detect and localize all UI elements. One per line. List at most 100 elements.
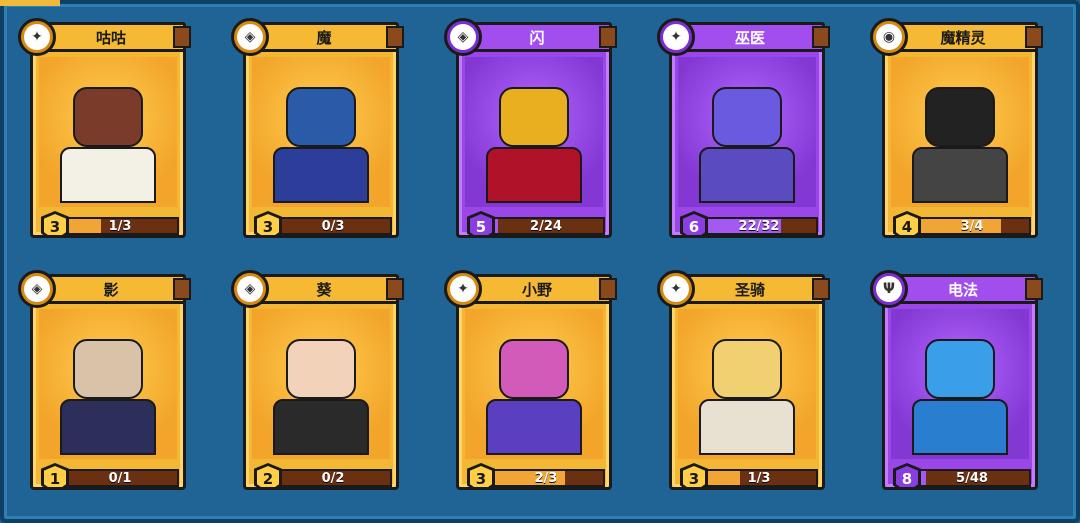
hero-name: 小野 [462,274,612,304]
sparkle-icon: ✦ [18,18,56,56]
hero-name: 闪 [462,22,612,52]
hero-head [286,339,356,399]
level-number: 5 [470,214,492,235]
hero-head [73,87,143,147]
card-body: 22/32 6 [669,36,825,238]
hero-head [286,87,356,147]
hero-portrait [39,309,177,459]
level-number: 3 [257,214,279,235]
level-shield: 3 [680,463,708,487]
hero-name: 电法 [888,274,1038,304]
hero-card[interactable]: 2/3 3 小野 ✦ [444,266,617,492]
card-body: 3/4 4 [882,36,1038,238]
progress-bar: 3/4 [913,217,1031,235]
progress-text: 0/1 [108,470,132,486]
hero-name: 魔精灵 [888,22,1038,52]
hero-name: 葵 [249,274,399,304]
progress-text: 22/32 [738,218,780,234]
hero-card[interactable]: 0/3 3 魔 ◈ [231,14,404,240]
target-diamond-icon: ◈ [444,18,482,56]
card-progress: 3/4 4 [893,211,1033,235]
card-body: 0/3 3 [243,36,399,238]
title-tab [386,26,404,48]
hero-name: 影 [36,274,186,304]
title-tab [173,278,191,300]
sparkle-icon: ✦ [657,18,695,56]
sparkle-icon: ✦ [657,270,695,308]
hero-head [73,339,143,399]
hero-card[interactable]: 22/32 6 巫医 ✦ [657,14,830,240]
sparkle-icon: ✦ [444,270,482,308]
progress-bar: 5/48 [913,469,1031,487]
title-tab [1025,278,1043,300]
target-diamond-icon: ◈ [231,270,269,308]
level-number: 6 [683,214,705,235]
hero-card-grid: 1/3 3 咕咕 ✦ 0/3 3 魔 ◈ 2/24 5 闪 ◈ 22/32 6 … [18,14,1058,514]
level-shield: 1 [41,463,69,487]
level-shield: 8 [893,463,921,487]
level-shield: 5 [467,211,495,235]
progress-bar: 2/24 [487,217,605,235]
level-shield: 2 [254,463,282,487]
card-progress: 1/3 3 [41,211,181,235]
progress-text: 0/3 [321,218,345,234]
title-tab [386,278,404,300]
hero-body [486,399,582,455]
card-progress: 1/3 3 [680,463,820,487]
hero-card[interactable]: 2/24 5 闪 ◈ [444,14,617,240]
card-body: 1/3 3 [669,288,825,490]
progress-text: 3/4 [960,218,984,234]
hero-card[interactable]: 0/2 2 葵 ◈ [231,266,404,492]
hero-body [60,147,156,203]
level-shield: 6 [680,211,708,235]
card-progress: 0/2 2 [254,463,394,487]
hero-portrait [252,309,390,459]
tab-edge [0,0,60,6]
hero-card[interactable]: 5/48 8 电法 Ψ [870,266,1043,492]
level-number: 3 [44,214,66,235]
hero-body [273,147,369,203]
hero-card[interactable]: 0/1 1 影 ◈ [18,266,191,492]
card-progress: 0/3 3 [254,211,394,235]
level-shield: 3 [41,211,69,235]
hero-body [273,399,369,455]
hero-portrait [891,309,1029,459]
title-tab [599,26,617,48]
hero-body [699,399,795,455]
card-progress: 0/1 1 [41,463,181,487]
hero-portrait [678,57,816,207]
title-tab [599,278,617,300]
hero-body [699,147,795,203]
level-shield: 3 [254,211,282,235]
hero-head [712,87,782,147]
progress-text: 0/2 [321,470,345,486]
hero-card[interactable]: 1/3 3 圣骑 ✦ [657,266,830,492]
level-number: 2 [257,466,279,487]
level-number: 8 [896,466,918,487]
hero-portrait [678,309,816,459]
progress-bar: 1/3 [61,217,179,235]
hero-head [925,87,995,147]
hero-card[interactable]: 1/3 3 咕咕 ✦ [18,14,191,240]
hero-head [499,339,569,399]
card-progress: 5/48 8 [893,463,1033,487]
progress-bar: 22/32 [700,217,818,235]
hero-portrait [891,57,1029,207]
hero-head [712,339,782,399]
hero-body [912,147,1008,203]
hero-portrait [465,309,603,459]
progress-bar: 0/3 [274,217,392,235]
lightning-fork-icon: Ψ [870,270,908,308]
hero-name: 咕咕 [36,22,186,52]
hero-name: 巫医 [675,22,825,52]
hero-card[interactable]: 3/4 4 魔精灵 ◉ [870,14,1043,240]
hero-body [486,147,582,203]
hero-portrait [465,57,603,207]
progress-text: 1/3 [747,470,771,486]
hero-body [60,399,156,455]
hero-body [912,399,1008,455]
level-number: 3 [683,466,705,487]
title-tab [173,26,191,48]
title-tab [812,26,830,48]
pokeball-icon: ◉ [870,18,908,56]
